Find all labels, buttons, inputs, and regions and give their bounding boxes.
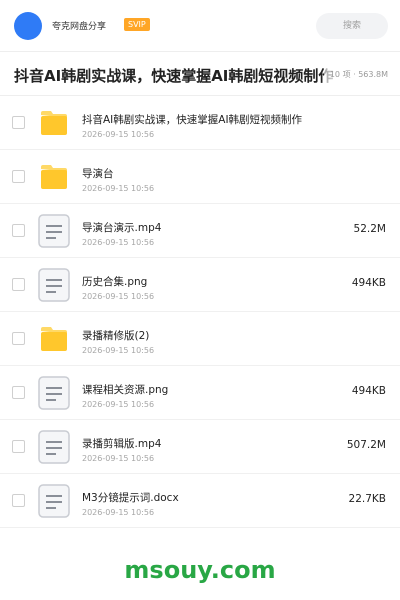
folder-icon <box>41 327 67 351</box>
file-date: 2026-09-15 10:56 <box>82 508 155 517</box>
document-icon <box>38 268 70 302</box>
document-icon <box>38 430 70 464</box>
file-name: 录播精修版(2) <box>82 330 150 342</box>
folder-icon <box>41 111 67 135</box>
watermark: msouy.com <box>124 556 276 584</box>
folder-meta: 10 项 · 563.8M <box>323 67 400 83</box>
checkbox[interactable] <box>12 332 25 345</box>
list-item[interactable]: 课程相关资源.png 2026-09-15 10:56 494KB <box>0 366 400 420</box>
document-icon <box>38 484 70 518</box>
checkbox[interactable] <box>12 494 25 507</box>
folder-title-bar: 抖音AI韩剧实战课，快速掌握AI韩剧短视频制作 10 项 · 563.8M <box>0 52 400 96</box>
folder-icon <box>41 165 67 189</box>
file-date: 2026-09-15 10:56 <box>82 454 155 463</box>
file-name: 课程相关资源.png <box>82 384 169 396</box>
svip-badge: SVIP <box>124 18 150 31</box>
file-size: 494KB <box>351 277 386 289</box>
file-size: 52.2M <box>353 223 386 235</box>
checkbox[interactable] <box>12 386 25 399</box>
list-item[interactable]: 导演台演示.mp4 2026-09-15 10:56 52.2M <box>0 204 400 258</box>
file-date: 2026-09-15 10:56 <box>82 346 155 355</box>
checkbox[interactable] <box>12 170 25 183</box>
checkbox[interactable] <box>12 440 25 453</box>
file-date: 2026-09-15 10:56 <box>82 292 155 301</box>
file-date: 2026-09-15 10:56 <box>82 400 155 409</box>
file-name: 历史合集.png <box>82 276 148 288</box>
file-name: M3分镜提示词.docx <box>82 492 179 504</box>
file-date: 2026-09-15 10:56 <box>82 238 155 247</box>
list-item[interactable]: 历史合集.png 2026-09-15 10:56 494KB <box>0 258 400 312</box>
file-name: 抖音AI韩剧实战课，快速掌握AI韩剧短视频制作 <box>82 114 303 126</box>
list-item[interactable]: 录播精修版(2) 2026-09-15 10:56 <box>0 312 400 366</box>
list-item[interactable]: 录播剪辑版.mp4 2026-09-15 10:56 507.2M <box>0 420 400 474</box>
app-header: 夸克网盘分享 SVIP 搜索 <box>0 0 400 52</box>
file-list: 抖音AI韩剧实战课，快速掌握AI韩剧短视频制作 2026-09-15 10:56… <box>0 96 400 528</box>
search-input[interactable]: 搜索 <box>316 13 388 39</box>
list-item[interactable]: 抖音AI韩剧实战课，快速掌握AI韩剧短视频制作 2026-09-15 10:56 <box>0 96 400 150</box>
checkbox[interactable] <box>12 224 25 237</box>
page-title: 抖音AI韩剧实战课，快速掌握AI韩剧短视频制作 <box>14 67 334 85</box>
file-size: 507.2M <box>346 439 386 451</box>
file-size: 494KB <box>351 385 386 397</box>
list-item[interactable]: 导演台 2026-09-15 10:56 <box>0 150 400 204</box>
file-name: 导演台 <box>82 168 114 180</box>
file-name: 导演台演示.mp4 <box>82 222 162 234</box>
avatar[interactable] <box>14 12 42 40</box>
file-size: 22.7KB <box>348 493 386 505</box>
document-icon <box>38 376 70 410</box>
file-name: 录播剪辑版.mp4 <box>82 438 162 450</box>
brand-label: 夸克网盘分享 <box>52 22 107 32</box>
document-icon <box>38 214 70 248</box>
checkbox[interactable] <box>12 278 25 291</box>
checkbox[interactable] <box>12 116 25 129</box>
file-date: 2026-09-15 10:56 <box>82 130 155 139</box>
list-item[interactable]: M3分镜提示词.docx 2026-09-15 10:56 22.7KB <box>0 474 400 528</box>
file-date: 2026-09-15 10:56 <box>82 184 155 193</box>
search-placeholder: 搜索 <box>342 21 361 31</box>
